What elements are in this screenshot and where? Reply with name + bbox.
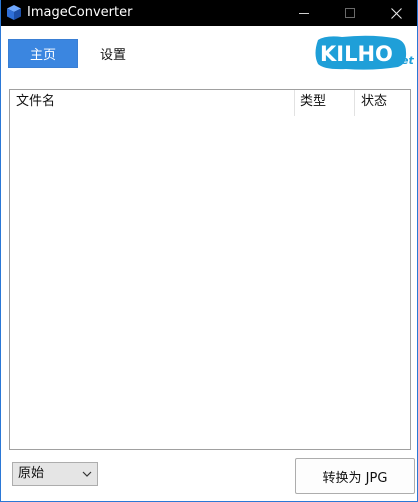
settings-tab-button[interactable]: 设置 xyxy=(85,39,141,68)
window-title: ImageConverter xyxy=(27,5,133,20)
convert-to-jpg-button[interactable]: 转换为 JPG xyxy=(295,458,415,494)
minimize-button[interactable] xyxy=(281,0,327,26)
home-tab-button[interactable]: 主页 xyxy=(8,39,78,68)
file-list-header: 文件名 类型 状态 xyxy=(10,90,410,116)
close-icon xyxy=(390,7,402,19)
kilho-logo: KILHO .net xyxy=(315,35,414,70)
maximize-icon xyxy=(345,8,355,18)
title-bar[interactable]: ImageConverter xyxy=(1,0,417,26)
column-header-status[interactable]: 状态 xyxy=(354,90,410,116)
app-cube-icon xyxy=(7,5,21,20)
file-list[interactable]: 文件名 类型 状态 xyxy=(9,89,411,450)
maximize-button[interactable] xyxy=(327,0,373,26)
format-select[interactable]: 原始 xyxy=(12,462,98,486)
logo-main-text: KILHO xyxy=(320,42,393,66)
logo-suffix-text: .net xyxy=(389,54,414,67)
chevron-down-icon xyxy=(82,471,92,477)
column-header-filename[interactable]: 文件名 xyxy=(16,90,294,116)
app-window: ImageConverter 主页 设置 KILHO .net 文件名 类型 状… xyxy=(0,0,418,502)
close-button[interactable] xyxy=(373,0,418,26)
format-select-value: 原始 xyxy=(18,466,45,481)
minimize-icon xyxy=(299,12,309,14)
column-header-type[interactable]: 类型 xyxy=(294,90,354,116)
